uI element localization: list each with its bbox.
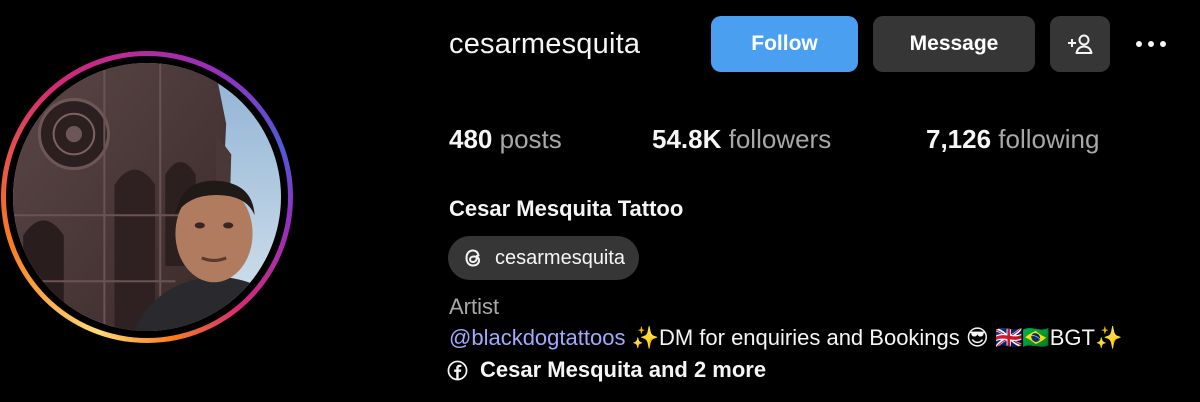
stat-followers[interactable]: 54.8K followers [652, 124, 831, 155]
profile-category: Artist [449, 294, 500, 319]
profile-header: cesarmesquita Follow Message 480 posts 5… [0, 0, 1200, 402]
following-count: 7,126 [926, 124, 992, 154]
bio-body: ✨DM for enquiries and Bookings 😎 🇬🇧🇧🇷BGT… [625, 325, 1123, 350]
followers-label: followers [721, 124, 832, 154]
threads-badge[interactable]: cesarmesquita [448, 236, 640, 280]
profile-full-name: Cesar Mesquita Tattoo [449, 196, 684, 221]
stat-posts[interactable]: 480 posts [449, 124, 562, 155]
threads-handle: cesarmesquita [495, 246, 626, 269]
posts-label: posts [492, 124, 562, 154]
facebook-icon [447, 360, 468, 380]
followers-count: 54.8K [652, 124, 722, 154]
bio-text: @blackdogtattoos ✨DM for enquiries and B… [449, 325, 1122, 351]
bio-mention-link[interactable]: @blackdogtattoos [449, 325, 625, 350]
avatar[interactable] [13, 63, 281, 331]
external-links-label: Cesar Mesquita and 2 more [480, 357, 767, 382]
threads-icon [465, 249, 481, 267]
following-label: following [991, 124, 1100, 154]
suggested-accounts-button[interactable] [1050, 16, 1110, 72]
more-options-icon[interactable] [1130, 28, 1172, 60]
follow-button[interactable]: Follow [711, 16, 858, 72]
external-links[interactable]: Cesar Mesquita and 2 more [447, 357, 766, 383]
profile-username: cesarmesquita [449, 28, 641, 60]
posts-count: 480 [449, 124, 493, 154]
story-ring[interactable] [1, 51, 293, 343]
person-add-icon [1068, 34, 1093, 54]
avatar-frame [6, 56, 288, 338]
stat-following[interactable]: 7,126 following [926, 124, 1099, 155]
message-button[interactable]: Message [873, 16, 1035, 72]
